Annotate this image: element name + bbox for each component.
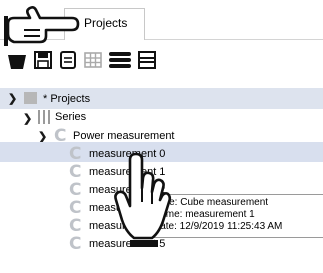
tree-series-label: Series [55, 111, 87, 123]
expand-caret-icon[interactable]: ❯ [8, 92, 17, 105]
list-icon[interactable] [137, 50, 157, 70]
cube-measurement-icon: C [69, 216, 82, 236]
grid-icon[interactable] [83, 50, 103, 70]
cube-measurement-icon: C [69, 162, 82, 182]
cube-measurement-icon: C [69, 234, 82, 254]
save-icon[interactable] [33, 50, 53, 70]
cube-measurement-icon: C [69, 198, 82, 218]
tooltip-date: Date: 12/9/2019 11:25:43 AM [153, 221, 283, 232]
cube-measurement-icon: C [69, 144, 82, 164]
tree-root-label: * Projects [43, 93, 91, 105]
tapping-hand-icon [114, 152, 172, 247]
cube-measurement-icon: C [69, 180, 82, 200]
document-icon[interactable] [58, 50, 78, 70]
expand-caret-icon[interactable]: ❯ [23, 112, 32, 125]
tree-group-label: Power measurement [73, 130, 175, 142]
database-icon[interactable] [108, 50, 132, 70]
project-folder-icon [24, 92, 37, 104]
basket-icon[interactable] [7, 50, 27, 70]
tab-projects-label: Projects [84, 16, 128, 30]
series-icon [38, 110, 50, 124]
pointing-hand-icon [4, 6, 80, 46]
